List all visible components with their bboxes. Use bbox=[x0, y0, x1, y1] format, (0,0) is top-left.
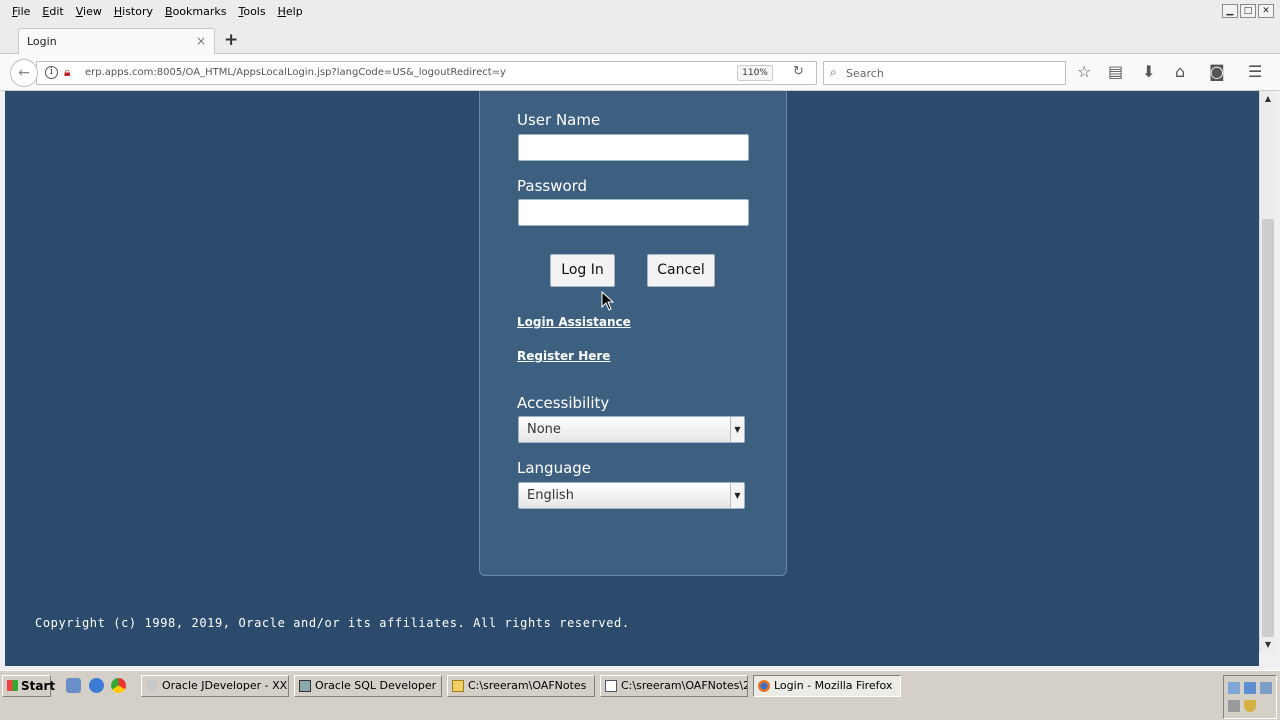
insecure-lock-icon[interactable]: 🔒︎ bbox=[64, 65, 70, 80]
quicklaunch-ie-icon[interactable] bbox=[89, 678, 104, 693]
quicklaunch-explorer-icon[interactable] bbox=[66, 678, 81, 693]
search-box[interactable]: ⌕ bbox=[823, 61, 1066, 85]
username-label: User Name bbox=[517, 111, 601, 129]
info-icon[interactable]: i bbox=[45, 66, 58, 79]
password-field[interactable] bbox=[518, 199, 749, 226]
home-icon[interactable]: ⌂ bbox=[1175, 63, 1185, 81]
chevron-down-icon[interactable]: ▼ bbox=[730, 417, 744, 442]
search-icon: ⌕ bbox=[830, 65, 837, 79]
notepad-icon bbox=[605, 680, 617, 692]
url-text[interactable]: erp.apps.com:8005/OA_HTML/AppsLocalLogin… bbox=[85, 67, 506, 78]
language-value: English bbox=[527, 488, 574, 503]
taskbar-item-label: Oracle SQL Developer : ... bbox=[315, 679, 441, 692]
star-icon[interactable]: ☆ bbox=[1077, 63, 1091, 81]
scroll-down-icon[interactable]: ▼ bbox=[1260, 637, 1276, 653]
menu-list: File Edit View History Bookmarks Tools H… bbox=[6, 5, 309, 18]
username-field[interactable] bbox=[518, 134, 749, 161]
pocket-icon[interactable]: ◙ bbox=[1209, 63, 1225, 81]
start-button[interactable]: Start bbox=[2, 675, 55, 697]
menu-history[interactable]: History bbox=[108, 5, 159, 18]
language-label: Language bbox=[517, 459, 592, 477]
taskbar-item-label: Login - Mozilla Firefox bbox=[774, 679, 893, 692]
login-button[interactable]: Log In bbox=[550, 254, 615, 287]
new-tab-icon[interactable]: + bbox=[224, 30, 238, 50]
accessibility-select[interactable]: None ▼ bbox=[518, 416, 745, 443]
windows-logo-icon bbox=[7, 680, 18, 691]
firefox-icon bbox=[758, 680, 770, 692]
copyright-text: Copyright (c) 1998, 2019, Oracle and/or … bbox=[35, 616, 630, 630]
shield-icon[interactable] bbox=[1244, 700, 1256, 712]
taskbar-item-jdeveloper[interactable]: Oracle JDeveloper - XX2... bbox=[141, 675, 289, 697]
minimize-button[interactable]: ▁ bbox=[1222, 4, 1238, 18]
network-icon[interactable] bbox=[1228, 682, 1240, 694]
login-card: User Name Password Log In Cancel Login A… bbox=[479, 91, 787, 576]
tab-strip: Login × + bbox=[0, 27, 1280, 54]
mouse-cursor-icon bbox=[601, 291, 615, 311]
menu-view[interactable]: View bbox=[70, 5, 108, 18]
zoom-level[interactable]: 110% bbox=[737, 65, 773, 81]
taskbar-item-folder[interactable]: C:\sreeram\OAFNotes bbox=[447, 675, 595, 697]
vertical-scrollbar[interactable]: ▲ ▼ bbox=[1259, 91, 1275, 653]
menu-bar: File Edit View History Bookmarks Tools H… bbox=[0, 0, 1280, 27]
tray-app-icon[interactable] bbox=[1244, 682, 1256, 694]
cancel-button[interactable]: Cancel bbox=[647, 254, 715, 287]
taskbar-item-label: C:\sreeram\OAFNotes\2... bbox=[621, 679, 748, 692]
quicklaunch-chrome-icon[interactable] bbox=[111, 678, 126, 693]
back-arrow-icon: ← bbox=[18, 65, 30, 81]
menu-tools[interactable]: Tools bbox=[232, 5, 271, 18]
menu-edit[interactable]: Edit bbox=[36, 5, 69, 18]
reload-icon[interactable]: ↻ bbox=[793, 64, 804, 79]
start-label: Start bbox=[21, 679, 56, 693]
scroll-thumb[interactable] bbox=[1262, 219, 1274, 637]
taskbar-item-notepad[interactable]: C:\sreeram\OAFNotes\2... bbox=[600, 675, 748, 697]
taskbar-item-label: C:\sreeram\OAFNotes bbox=[468, 679, 587, 692]
tray-app-icon[interactable] bbox=[1260, 682, 1272, 694]
reading-list-icon[interactable]: ▤ bbox=[1108, 63, 1123, 81]
maximize-button[interactable]: □ bbox=[1240, 4, 1256, 18]
folder-icon bbox=[452, 680, 464, 692]
taskbar-item-label: Oracle JDeveloper - XX2... bbox=[162, 679, 288, 692]
close-window-button[interactable]: ✕ bbox=[1258, 4, 1274, 18]
download-icon[interactable]: ⬇ bbox=[1142, 63, 1155, 81]
jdeveloper-icon bbox=[146, 680, 158, 692]
system-tray bbox=[1223, 675, 1277, 719]
navigation-bar: i 🔒︎ erp.apps.com:8005/OA_HTML/AppsLocal… bbox=[0, 54, 1280, 91]
sqldeveloper-icon bbox=[299, 680, 311, 692]
monitor-icon[interactable] bbox=[1228, 700, 1240, 712]
password-label: Password bbox=[517, 177, 588, 195]
taskbar-item-firefox[interactable]: Login - Mozilla Firefox bbox=[753, 675, 901, 697]
tab-login[interactable]: Login × bbox=[18, 28, 215, 54]
hamburger-menu-icon[interactable]: ☰ bbox=[1248, 63, 1262, 81]
menu-bookmarks[interactable]: Bookmarks bbox=[159, 5, 232, 18]
accessibility-label: Accessibility bbox=[517, 394, 610, 412]
taskbar: Start Oracle JDeveloper - XX2... Oracle … bbox=[0, 670, 1280, 720]
menu-help[interactable]: Help bbox=[272, 5, 309, 18]
address-bar[interactable]: i 🔒︎ erp.apps.com:8005/OA_HTML/AppsLocal… bbox=[36, 61, 817, 85]
scroll-up-icon[interactable]: ▲ bbox=[1260, 91, 1276, 107]
search-input[interactable] bbox=[846, 65, 1056, 81]
back-button[interactable]: ← bbox=[10, 59, 38, 87]
chevron-down-icon[interactable]: ▼ bbox=[730, 483, 744, 508]
accessibility-value: None bbox=[527, 422, 561, 437]
window-controls: ▁ □ ✕ bbox=[1222, 4, 1274, 18]
register-here-link[interactable]: Register Here bbox=[517, 349, 610, 363]
taskbar-item-sqldeveloper[interactable]: Oracle SQL Developer : ... bbox=[294, 675, 442, 697]
close-tab-icon[interactable]: × bbox=[196, 34, 206, 48]
tab-title: Login bbox=[27, 35, 57, 48]
language-select[interactable]: English ▼ bbox=[518, 482, 745, 509]
page-content: User Name Password Log In Cancel Login A… bbox=[5, 91, 1259, 666]
menu-file[interactable]: File bbox=[6, 5, 36, 18]
login-assistance-link[interactable]: Login Assistance bbox=[517, 315, 631, 329]
